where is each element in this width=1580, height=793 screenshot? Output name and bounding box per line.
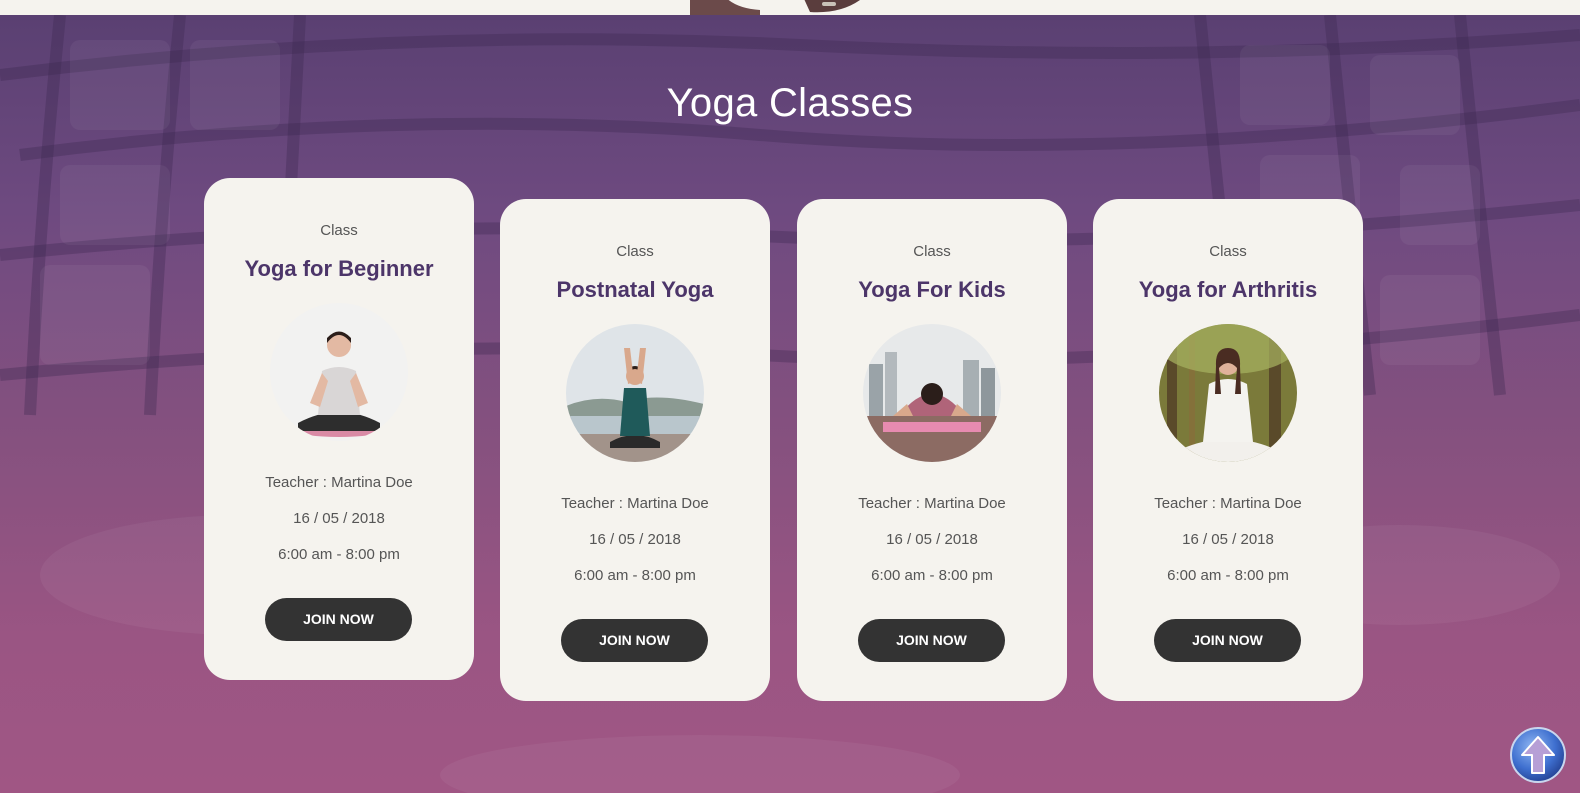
class-name: Yoga for Arthritis (1138, 277, 1318, 302)
join-now-button[interactable]: JOIN NOW (858, 619, 1005, 662)
class-date: 16 / 05 / 2018 (886, 531, 978, 548)
class-name: Postnatal Yoga (556, 277, 714, 302)
class-card: Class Yoga for Arthritis Teacher : Marti… (1093, 199, 1363, 701)
class-teacher: Teacher : Martina Doe (265, 474, 413, 491)
class-card: Class Yoga For Kids Teacher : Martina Do… (797, 199, 1067, 701)
class-time: 6:00 am - 8:00 pm (278, 546, 400, 563)
class-date: 16 / 05 / 2018 (1182, 531, 1274, 548)
class-photo (566, 324, 704, 462)
card-label: Class (1209, 243, 1247, 260)
class-name: Yoga For Kids (858, 277, 1006, 302)
yoga-feet-image (690, 0, 860, 15)
class-time: 6:00 am - 8:00 pm (1167, 567, 1289, 584)
scroll-to-top-button[interactable] (1510, 727, 1566, 783)
card-label: Class (320, 222, 358, 239)
class-date: 16 / 05 / 2018 (589, 531, 681, 548)
section-title: Yoga Classes (666, 81, 914, 125)
class-photo (863, 324, 1001, 462)
class-teacher: Teacher : Martina Doe (858, 495, 1006, 512)
join-now-button[interactable]: JOIN NOW (561, 619, 708, 662)
card-label: Class (616, 243, 654, 260)
class-teacher: Teacher : Martina Doe (561, 495, 709, 512)
class-card: Class Postnatal Yoga Teacher : Martina D… (500, 199, 770, 701)
join-now-button[interactable]: JOIN NOW (265, 598, 412, 641)
class-date: 16 / 05 / 2018 (293, 510, 385, 527)
class-photo (1159, 324, 1297, 462)
class-time: 6:00 am - 8:00 pm (574, 567, 696, 584)
class-time: 6:00 am - 8:00 pm (871, 567, 993, 584)
join-now-button[interactable]: JOIN NOW (1154, 619, 1301, 662)
class-name: Yoga for Beginner (244, 256, 434, 281)
arrow-up-icon (1510, 727, 1566, 783)
yoga-classes-section: Yoga Classes Class Yoga for Beginner Tea… (0, 15, 1580, 793)
class-photo (270, 303, 408, 441)
top-image-strip (0, 0, 1580, 15)
card-label: Class (913, 243, 951, 260)
class-teacher: Teacher : Martina Doe (1154, 495, 1302, 512)
class-card: Class Yoga for Beginner Teacher : Martin… (204, 178, 474, 680)
